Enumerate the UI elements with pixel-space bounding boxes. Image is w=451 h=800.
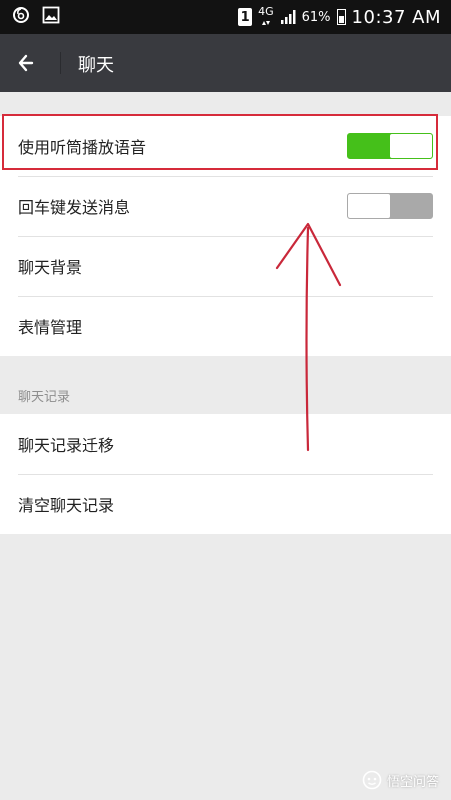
status-right: 1 4G 61% 10:37 AM [238,0,441,34]
app-bar-divider [60,52,61,74]
arrow-left-icon[interactable] [12,48,42,78]
setting-label-migrate-records: 聊天记录迁移 [18,436,115,455]
setting-row-chat-background[interactable]: 聊天背景 [0,236,451,296]
page-title: 聊天 [78,55,114,76]
watermark-text: 悟空问答 [386,774,439,790]
setting-label-earpiece: 使用听筒播放语音 [18,138,147,157]
battery-fill [338,16,344,23]
wukong-logo-icon [362,770,382,790]
setting-label-clear-records: 清空聊天记录 [18,496,115,515]
settings-group-chat-records: 聊天记录迁移 清空聊天记录 [0,414,451,534]
setting-row-clear-records[interactable]: 清空聊天记录 [0,474,451,534]
setting-row-migrate-records[interactable]: 聊天记录迁移 [0,414,451,474]
data-arrows-icon [261,21,270,25]
earpiece-toggle[interactable] [347,133,433,159]
battery-percent: 61% [301,9,331,25]
setting-row-earpiece[interactable]: 使用听筒播放语音 [0,116,451,176]
netease-music-icon [13,7,29,23]
app-bar: 聊天 [0,34,451,92]
gallery-icon [42,6,60,24]
setting-row-sticker-management[interactable]: 表情管理 [0,296,451,356]
toggle-knob [390,134,432,158]
setting-row-enter-send[interactable]: 回车键发送消息 [0,176,451,236]
setting-label-chat-background: 聊天背景 [18,258,83,277]
signal-icon [280,10,296,24]
status-bar: 1 4G 61% 10:37 AM [0,0,451,34]
sim-slot-badge: 1 [238,8,253,26]
clock: 10:37 AM [351,6,441,28]
network-label: 4G [258,5,274,18]
status-left-icons [12,6,60,24]
network-type: 4G [258,6,274,28]
watermark: 悟空问答 [362,770,439,790]
settings-group-general: 使用听筒播放语音 回车键发送消息 聊天背景 表情管理 [0,116,451,356]
battery-icon [336,9,346,25]
setting-label-enter-send: 回车键发送消息 [18,198,131,217]
setting-label-sticker-management: 表情管理 [18,318,83,337]
enter-send-toggle[interactable] [347,193,433,219]
section-header-chat-records: 聊天记录 [18,390,71,405]
toggle-knob [348,194,390,218]
